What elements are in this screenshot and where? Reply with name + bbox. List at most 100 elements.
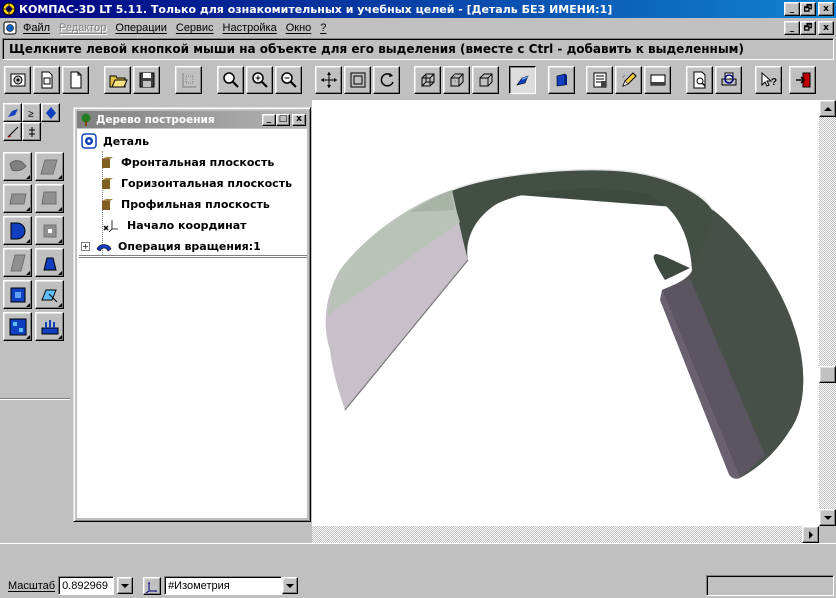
document-icon[interactable]	[3, 21, 17, 35]
incline-icon[interactable]	[35, 280, 64, 309]
exit-icon[interactable]	[789, 66, 816, 94]
doc-close-button[interactable]: x	[818, 21, 834, 35]
tree-title-bar[interactable]: Дерево построения _ □ x	[77, 111, 307, 128]
compact-panel: ≥	[0, 100, 70, 543]
scale-label: Масштаб	[8, 579, 56, 592]
minimize-button[interactable]: _	[784, 2, 800, 16]
expand-plus-icon[interactable]: +	[81, 241, 90, 251]
vertical-scrollbar[interactable]	[819, 100, 836, 526]
close-button[interactable]: x	[818, 2, 834, 16]
view-orientation-field[interactable]: #Изометрия	[164, 576, 283, 595]
shaded-icon[interactable]	[509, 66, 536, 94]
loft-icon[interactable]	[3, 184, 32, 213]
wireframe-icon[interactable]	[414, 66, 441, 94]
open-icon[interactable]	[104, 66, 131, 94]
scrollbar-corner	[819, 526, 836, 543]
revolve-icon[interactable]	[3, 216, 32, 245]
main-toolbar: ?	[0, 63, 836, 99]
new-sheet-icon[interactable]	[33, 66, 60, 94]
perspective-icon[interactable]	[548, 66, 575, 94]
tree-item-revolve[interactable]: + Операция вращения:1	[81, 238, 261, 254]
tree-icon	[81, 113, 91, 126]
parameters-bar	[0, 543, 836, 573]
dimensions-tab-icon[interactable]: ≥	[22, 103, 41, 122]
pan-icon[interactable]	[315, 66, 342, 94]
doc-restore-button[interactable]: 🗗	[800, 21, 816, 35]
panel-divider	[0, 398, 70, 400]
tree-item-origin[interactable]: Начало координат	[99, 217, 247, 233]
detail-icon	[81, 133, 97, 149]
menu-window[interactable]: Окно	[286, 22, 312, 34]
kompas-app-icon	[2, 2, 16, 16]
scale-field[interactable]: 0.892969	[58, 576, 115, 595]
scale-dropdown-icon[interactable]	[117, 577, 134, 594]
hidden-lines-icon[interactable]	[443, 66, 470, 94]
window-icon[interactable]	[644, 66, 671, 94]
shell-icon[interactable]	[35, 248, 64, 277]
scroll-right-icon[interactable]	[802, 526, 819, 543]
zoom-out-icon[interactable]	[275, 66, 302, 94]
menu-file[interactable]: Файл	[23, 22, 50, 34]
tree-maximize-button[interactable]: □	[276, 113, 290, 126]
window-title: КОМПАС-3D LT 5.11. Только для ознакомите…	[19, 2, 613, 16]
scroll-down-icon[interactable]	[819, 509, 836, 526]
scroll-up-icon[interactable]	[819, 100, 836, 117]
rib-icon[interactable]	[35, 312, 64, 341]
menu-help[interactable]: ?	[320, 22, 326, 34]
save-icon[interactable]	[133, 66, 160, 94]
svg-text:?: ?	[771, 77, 777, 88]
menu-service[interactable]: Сервис	[176, 22, 214, 34]
tree-item-label: Горизонтальная плоскость	[121, 176, 293, 190]
array-icon[interactable]	[3, 312, 32, 341]
cut-extrude-icon[interactable]	[3, 248, 32, 277]
plane-icon	[102, 157, 113, 168]
menu-editor[interactable]: Редактор	[59, 22, 106, 34]
measure-tab-icon[interactable]	[22, 122, 41, 141]
tree-root-label: Деталь	[103, 134, 150, 148]
tree-root[interactable]: Деталь	[81, 133, 149, 149]
properties-icon[interactable]	[586, 66, 613, 94]
geometry-tab-icon[interactable]	[3, 103, 22, 122]
menu-operations[interactable]: Операции	[115, 22, 166, 34]
zoom-icon[interactable]	[217, 66, 244, 94]
pencil-icon[interactable]	[615, 66, 642, 94]
status-panel	[706, 575, 834, 596]
zoom-all-icon[interactable]	[344, 66, 371, 94]
halftone-icon[interactable]	[472, 66, 499, 94]
prompt-line: Щелкните левой кнопкой мыши на объекте д…	[2, 38, 834, 60]
preview-icon[interactable]	[686, 66, 713, 94]
tree-item-label: Начало координат	[127, 218, 247, 232]
curve-tab-icon[interactable]	[3, 122, 22, 141]
chamfer-icon[interactable]	[3, 280, 32, 309]
rotate-icon[interactable]	[373, 66, 400, 94]
extrude-icon[interactable]	[3, 152, 32, 181]
doc-minimize-button[interactable]: _	[784, 21, 800, 35]
horizontal-scrollbar[interactable]	[312, 526, 819, 543]
tree-title: Дерево построения	[96, 113, 215, 126]
restore-button[interactable]: 🗗	[800, 2, 816, 16]
tree-item-label: Профильная плоскость	[121, 197, 270, 211]
new-doc-icon[interactable]	[62, 66, 89, 94]
print-icon[interactable]	[715, 66, 742, 94]
tree-window: Дерево построения _ □ x Деталь Фронтальн…	[73, 107, 311, 522]
tree-close-button[interactable]: x	[292, 113, 306, 126]
tree-item-front-plane[interactable]: Фронтальная плоскость	[99, 154, 274, 170]
extrude-solid-icon[interactable]	[35, 152, 64, 181]
zoom-in-icon[interactable]	[246, 66, 273, 94]
revolved-surface-model[interactable]	[312, 100, 819, 526]
vertical-scroll-thumb[interactable]	[819, 366, 836, 383]
tree-item-horizontal-plane[interactable]: Горизонтальная плоскость	[99, 175, 292, 191]
kinematic-icon[interactable]	[35, 184, 64, 213]
orientation-icon[interactable]	[143, 576, 162, 595]
tree-minimize-button[interactable]: _	[262, 113, 276, 126]
view-dropdown-icon[interactable]	[282, 577, 299, 594]
grid-icon[interactable]	[175, 66, 202, 94]
operations-tab-icon[interactable]	[41, 103, 60, 122]
fillet-icon[interactable]	[35, 216, 64, 245]
camera-icon[interactable]	[4, 66, 31, 94]
model-viewport[interactable]	[312, 100, 819, 526]
menu-settings[interactable]: Настройка	[223, 22, 277, 34]
help-icon[interactable]: ?	[755, 66, 782, 94]
tree-item-profile-plane[interactable]: Профильная плоскость	[99, 196, 270, 212]
tree-end-marker	[79, 255, 307, 258]
